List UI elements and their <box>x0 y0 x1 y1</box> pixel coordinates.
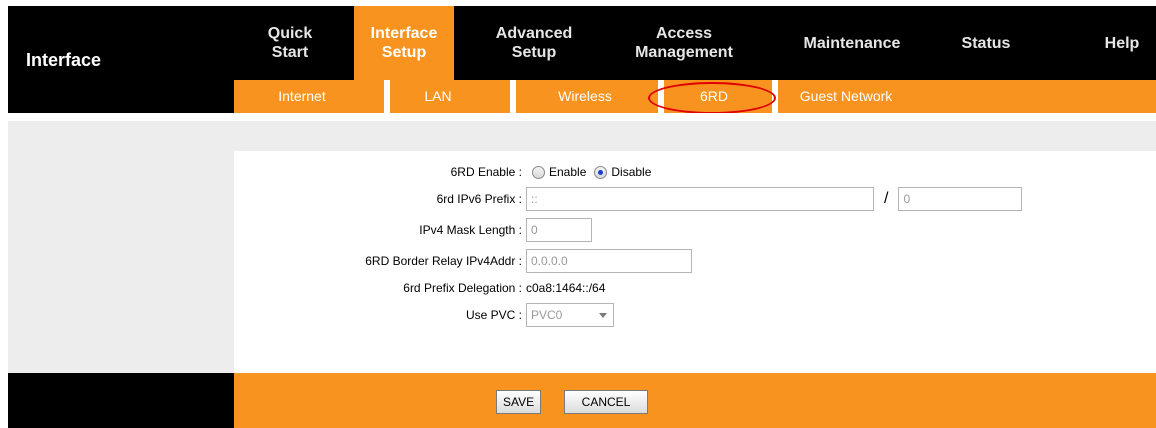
tab-label: Access Management <box>635 25 733 61</box>
ipv6-prefix-input[interactable]: :: <box>526 187 874 211</box>
form-panel: 6RD Enable : Enable Disable 6rd IPv6 Pre… <box>234 151 1156 373</box>
subtab-guest-network[interactable]: Guest Network <box>786 80 906 113</box>
radio-enable[interactable] <box>532 165 545 179</box>
subtab-label: Wireless <box>558 88 612 104</box>
subtab-internet[interactable]: Internet <box>262 80 342 113</box>
field-value: Enable Disable <box>526 165 653 179</box>
tab-label: Interface Setup <box>370 25 438 61</box>
field-label: 6rd IPv6 Prefix : <box>436 192 522 206</box>
field-label: Use PVC : <box>465 308 522 322</box>
subtab-label: LAN <box>424 88 452 104</box>
field-value: c0a8:1464::/64 <box>526 281 605 295</box>
subtab-wireless[interactable]: Wireless <box>540 80 630 113</box>
top-menu: Quick Start Interface Setup Advanced Set… <box>234 6 1156 80</box>
sidebar-spacer <box>8 113 234 121</box>
field-value: :: / 0 <box>526 187 1023 211</box>
pvc-selected-value: PVC0 <box>531 308 563 322</box>
subtab-label: Guest Network <box>799 88 893 104</box>
radio-disable[interactable] <box>594 165 608 179</box>
subtab-label: Internet <box>278 88 326 104</box>
highlight-circle <box>648 82 776 114</box>
sidebar-body <box>8 121 234 373</box>
sidebar-footer <box>8 373 234 428</box>
field-value: 0 <box>526 218 592 242</box>
field-label: 6rd Prefix Delegation : <box>403 281 522 295</box>
row-use-pvc: Use PVC : PVC0 <box>234 303 1156 327</box>
sidebar-title: Interface <box>26 50 102 70</box>
tab-quick-start[interactable]: Quick Start <box>254 6 326 80</box>
tab-label: Quick Start <box>267 25 313 61</box>
subtab-lan[interactable]: LAN <box>408 80 468 113</box>
tab-label: Maintenance <box>803 34 901 52</box>
tab-label: Status <box>961 34 1011 52</box>
prefix-delegation-value: c0a8:1464::/64 <box>526 281 606 295</box>
tab-advanced-setup[interactable]: Advanced Setup <box>484 6 584 80</box>
row-6rd-enable: 6RD Enable : Enable Disable <box>234 160 1156 184</box>
tab-maintenance[interactable]: Maintenance <box>792 6 912 80</box>
tab-label: Advanced Setup <box>495 25 573 61</box>
field-label: IPv4 Mask Length : <box>419 223 522 237</box>
sub-menu: Internet LAN Wireless 6RD Guest Network <box>234 80 1156 114</box>
ipv4-mask-input[interactable]: 0 <box>526 218 592 242</box>
row-ipv4-mask: IPv4 Mask Length : 0 <box>234 218 1156 242</box>
row-prefix-delegation: 6rd Prefix Delegation : c0a8:1464::/64 <box>234 276 1156 300</box>
row-ipv6-prefix: 6rd IPv6 Prefix : :: / 0 <box>234 187 1156 211</box>
save-button[interactable]: SAVE <box>496 390 542 414</box>
tab-help[interactable]: Help <box>1092 6 1152 80</box>
radio-disable-label: Disable <box>611 165 652 179</box>
row-border-relay: 6RD Border Relay IPv4Addr : 0.0.0.0 <box>234 249 1156 273</box>
tab-status[interactable]: Status <box>946 6 1026 80</box>
radio-enable-label: Enable <box>549 165 587 179</box>
sidebar-header: Interface <box>8 6 234 113</box>
form-footer: SAVE CANCEL <box>234 373 1156 428</box>
field-label: 6RD Enable : <box>450 165 522 179</box>
cancel-button[interactable]: CANCEL <box>564 390 648 414</box>
subtab-divider <box>510 80 516 113</box>
content-spacer <box>234 113 1156 121</box>
tab-interface-setup[interactable]: Interface Setup <box>354 6 454 80</box>
ipv6-prefix-length-input[interactable]: 0 <box>898 187 1023 211</box>
chevron-down-icon <box>599 313 607 318</box>
content-header-band <box>234 121 1156 151</box>
border-relay-input[interactable]: 0.0.0.0 <box>526 249 692 273</box>
tab-access-management[interactable]: Access Management <box>614 6 754 80</box>
pvc-select[interactable]: PVC0 <box>526 303 614 327</box>
field-label: 6RD Border Relay IPv4Addr : <box>365 254 522 268</box>
tab-label: Help <box>1104 34 1140 52</box>
subtab-divider <box>384 80 390 113</box>
prefix-separator: / <box>884 190 889 207</box>
field-value: PVC0 <box>526 303 614 327</box>
field-value: 0.0.0.0 <box>526 249 692 273</box>
